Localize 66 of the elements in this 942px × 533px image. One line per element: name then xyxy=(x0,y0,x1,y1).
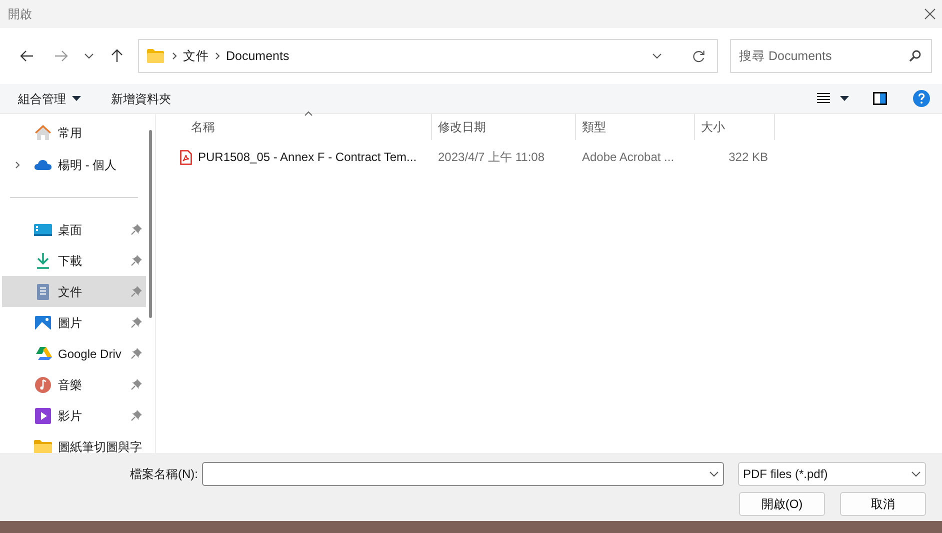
cancel-button[interactable]: 取消 xyxy=(840,492,926,516)
refresh-icon[interactable] xyxy=(692,50,705,62)
pin-icon[interactable] xyxy=(131,410,142,421)
caret-icon[interactable] xyxy=(840,96,849,101)
view-list-icon[interactable] xyxy=(817,93,830,104)
search-field[interactable]: 搜尋 Documents xyxy=(730,39,932,73)
file-size: 322 KB xyxy=(728,149,769,166)
window-title: 開啟 xyxy=(8,6,32,23)
pin-icon[interactable] xyxy=(131,286,142,297)
document-icon xyxy=(34,282,52,300)
dropdown-chevron-icon[interactable] xyxy=(709,471,719,477)
sidebar-item[interactable]: 文件 xyxy=(2,276,146,307)
sidebar-item[interactable]: 圖片 xyxy=(2,307,146,338)
preview-pane-icon[interactable] xyxy=(873,92,887,105)
sidebar-item[interactable]: 音樂 xyxy=(2,369,146,400)
sidebar-item[interactable]: 常用 xyxy=(2,117,146,149)
chevron-icon xyxy=(172,52,177,60)
file-type: Adobe Acrobat ... xyxy=(581,149,676,166)
pictures-icon xyxy=(34,314,52,332)
caret-icon xyxy=(72,96,81,101)
file-type-dropdown[interactable]: PDF files (*.pdf) xyxy=(738,462,926,486)
home-icon xyxy=(34,124,52,142)
folder-icon xyxy=(34,438,52,453)
chevron-icon xyxy=(215,52,220,60)
address-bar[interactable]: 文件 Documents xyxy=(138,39,718,73)
download-icon xyxy=(34,252,52,270)
dropdown-chevron-icon xyxy=(911,471,921,477)
close-icon[interactable] xyxy=(924,8,936,20)
organize-menu[interactable]: 組合管理 xyxy=(18,90,81,108)
file-name[interactable]: PUR1508_05 - Annex F - Contract Tem... xyxy=(198,148,417,166)
sidebar-item[interactable]: 圖紙筆切圖與字 xyxy=(2,431,146,453)
breadcrumb-item[interactable]: Documents xyxy=(226,46,290,66)
column-header[interactable]: 大小 xyxy=(695,114,775,140)
sidebar-item[interactable]: 下載 xyxy=(2,245,146,276)
video-icon xyxy=(34,406,52,424)
sidebar-item[interactable]: 楊明 - 個人 xyxy=(2,149,146,181)
column-header[interactable]: 類型 xyxy=(576,114,695,140)
dropdown-chevron-icon[interactable] xyxy=(652,53,662,59)
breadcrumb-item[interactable]: 文件 xyxy=(183,46,209,66)
column-header[interactable]: 修改日期 xyxy=(432,114,576,140)
chevron-icon[interactable] xyxy=(14,161,20,169)
help-icon[interactable] xyxy=(913,90,930,107)
pin-icon[interactable] xyxy=(131,224,142,235)
pdf-file-icon xyxy=(180,150,192,164)
back-arrow-icon xyxy=(20,50,34,62)
filename-label: 檔案名稱(N): xyxy=(130,466,198,483)
forward-arrow-icon xyxy=(54,50,68,62)
up-arrow-icon xyxy=(111,49,123,63)
pin-icon[interactable] xyxy=(131,379,142,390)
column-header[interactable]: 名稱 xyxy=(177,114,432,140)
open-button[interactable]: 開啟(O) xyxy=(739,492,825,516)
sidebar-item[interactable]: 影片 xyxy=(2,400,146,431)
scrollbar-thumb[interactable] xyxy=(149,130,152,318)
pin-icon[interactable] xyxy=(131,348,142,359)
music-icon xyxy=(34,376,52,394)
drive-icon xyxy=(34,344,52,362)
search-icon[interactable] xyxy=(909,50,921,62)
modified-date: 2023/4/7 上午 11:08 xyxy=(437,149,546,166)
filename-field[interactable] xyxy=(202,462,724,486)
sidebar-item[interactable]: 桌面 xyxy=(2,214,146,245)
sidebar-item[interactable]: Google Driv xyxy=(2,338,146,369)
new-folder-button[interactable]: 新增資料夾 xyxy=(111,90,171,108)
folder-icon xyxy=(147,49,164,63)
pin-icon[interactable] xyxy=(131,317,142,328)
chevron-icon xyxy=(84,53,94,59)
pin-icon[interactable] xyxy=(131,255,142,266)
